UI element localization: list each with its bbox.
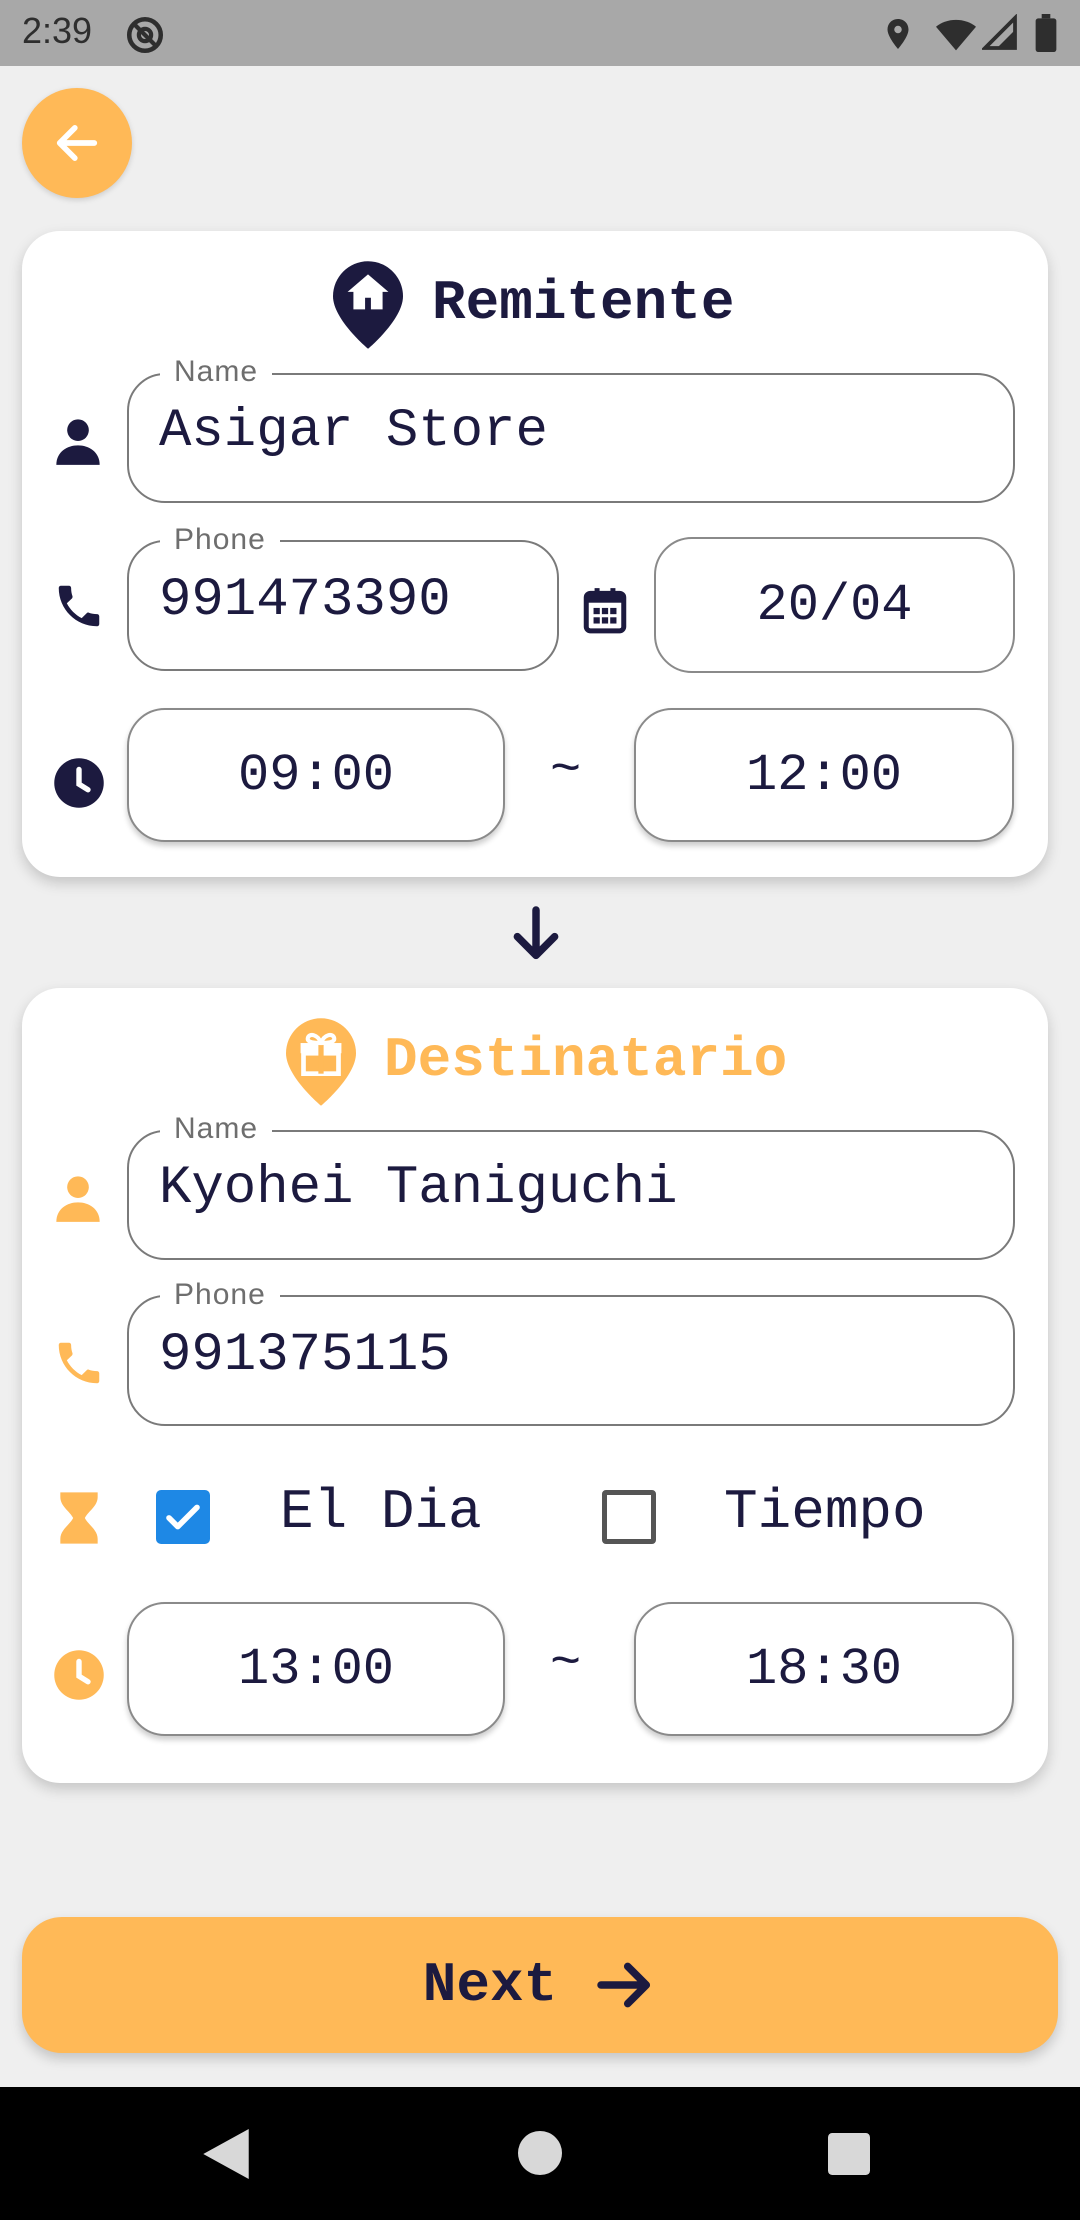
recipient-name-field[interactable]: Kyohei Taniguchi [127,1130,1015,1260]
sender-name-field[interactable]: Asigar Store [127,373,1015,503]
signal-icon [982,14,1017,50]
nav-recents-icon[interactable] [828,2133,870,2175]
sender-phone-label: Phone [160,523,280,557]
wifi-icon [936,19,976,51]
sender-name-value: Asigar Store [159,401,548,462]
sender-date-value: 20/04 [756,575,913,635]
next-button[interactable]: Next [22,1917,1058,2053]
data-saver-icon [126,16,164,54]
recipient-card: Destinatario Kyohei Taniguchi Name 99137… [22,988,1048,1783]
recipient-time-from-value: 13:00 [237,1639,395,1699]
recipient-time-separator: ~ [550,1634,582,1693]
home-pin-icon [333,261,403,349]
status-time: 2:39 [22,10,93,51]
sender-time-to-value: 12:00 [745,745,903,805]
recipient-title: Destinatario [384,1028,788,1092]
sender-title: Remitente [432,271,735,335]
sender-card: Remitente Asigar Store Name 991473390 Ph… [22,231,1048,877]
sender-time-from-value: 09:00 [237,745,395,805]
sender-time-to-picker[interactable]: 12:00 [634,708,1014,842]
option-time-checkbox[interactable] [602,1490,656,1544]
option-time-label[interactable]: Tiempo [724,1480,926,1544]
option-day-checkbox[interactable] [156,1490,210,1544]
clock-icon [54,1650,104,1700]
sender-time-separator: ~ [550,741,582,800]
recipient-phone-value: 991375115 [159,1325,451,1386]
sender-phone-value: 991473390 [159,570,451,631]
gift-pin-icon [286,1018,356,1106]
sender-name-label: Name [160,355,273,389]
next-button-label: Next [422,1953,558,2017]
battery-icon [1035,14,1057,52]
navigation-bar [0,2087,1080,2220]
nav-back-icon[interactable] [202,2129,250,2179]
arrow-left-icon [56,125,98,161]
phone-icon [58,585,100,627]
recipient-phone-label: Phone [160,1278,280,1312]
recipient-phone-field[interactable]: 991375115 [127,1295,1015,1426]
checkmark-icon [166,1504,200,1530]
sender-phone-field[interactable]: 991473390 [127,540,559,671]
status-bar: 2:39 [0,0,1080,66]
recipient-time-to-value: 18:30 [745,1639,903,1699]
calendar-icon [583,588,627,634]
recipient-time-from-picker[interactable]: 13:00 [127,1602,505,1736]
arrow-down-icon [513,906,559,960]
person-icon [56,419,100,465]
sender-time-from-picker[interactable]: 09:00 [127,708,505,842]
sender-date-picker[interactable]: 20/04 [654,537,1015,673]
arrow-right-icon [597,1962,651,2008]
nav-home-icon[interactable] [518,2131,562,2175]
hourglass-icon [60,1492,98,1544]
option-day-label[interactable]: El Dia [280,1480,482,1544]
location-icon [887,19,909,49]
back-button[interactable] [22,88,132,198]
person-icon [56,1176,100,1222]
recipient-time-to-picker[interactable]: 18:30 [634,1602,1014,1736]
recipient-name-label: Name [160,1112,273,1146]
phone-icon [58,1342,100,1384]
recipient-name-value: Kyohei Taniguchi [159,1158,678,1219]
clock-icon [54,758,104,808]
